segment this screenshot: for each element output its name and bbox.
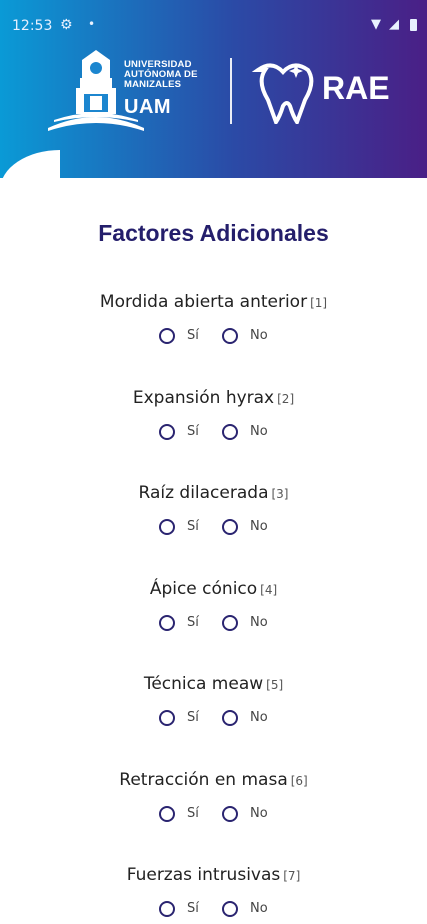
tooth-icon — [251, 63, 314, 124]
app-name: RAE — [322, 70, 390, 106]
radio-yes[interactable] — [159, 328, 175, 344]
radio-no[interactable] — [222, 614, 238, 631]
question-reference: [1] — [310, 296, 328, 310]
radio-yes-label[interactable]: Sí — [187, 901, 199, 916]
university-name-line3: MANIZALES — [124, 79, 182, 90]
radio-yes[interactable] — [159, 519, 175, 535]
radio-no[interactable] — [222, 328, 238, 344]
question-label: Ápice cónico — [149, 578, 258, 599]
status-time: 12:53 — [12, 18, 53, 34]
answer-options: Sí No — [0, 327, 427, 351]
battery-icon — [410, 19, 417, 31]
signal-icon: ◢ — [389, 17, 399, 32]
question-reference: [5] — [266, 678, 284, 692]
radio-no[interactable] — [222, 805, 238, 822]
radio-yes-label[interactable]: Sí — [187, 615, 199, 630]
radio-yes-label[interactable]: Sí — [187, 806, 199, 821]
notification-dot-icon: • — [88, 17, 96, 31]
radio-no-label[interactable]: No — [250, 328, 268, 343]
radio-no-label[interactable]: No — [250, 901, 268, 916]
radio-no-label[interactable]: No — [250, 424, 268, 439]
radio-no-label[interactable]: No — [250, 710, 268, 725]
radio-yes[interactable] — [159, 710, 175, 726]
radio-no[interactable] — [222, 901, 238, 917]
answer-options: Sí No — [0, 518, 427, 542]
question-reference: [3] — [271, 487, 289, 501]
university-name: UNIVERSIDAD AUTÓNOMA DE MANIZALES — [124, 60, 198, 90]
question-label: Retracción en masa — [119, 769, 288, 790]
radio-yes[interactable] — [159, 423, 175, 440]
question-label: Raíz dilacerada — [138, 483, 269, 503]
radio-no[interactable] — [222, 519, 238, 535]
question-row: Retracción en masa [6] — [0, 770, 427, 790]
radio-yes-label[interactable]: Sí — [187, 328, 199, 343]
radio-yes-label[interactable]: Sí — [187, 424, 199, 439]
radio-no-label[interactable]: No — [250, 615, 268, 630]
radio-no[interactable] — [222, 710, 238, 726]
question-row: Expansión hyrax [2] — [0, 388, 427, 408]
radio-yes-label[interactable]: Sí — [187, 710, 199, 725]
question-row: Raíz dilacerada [3] — [0, 483, 427, 503]
radio-yes[interactable] — [159, 805, 175, 822]
answer-options: Sí No — [0, 805, 427, 829]
question-label: Fuerzas intrusivas — [126, 865, 281, 885]
question-reference: [6] — [290, 773, 308, 788]
question-row: Ápice cónico [4] — [0, 579, 427, 599]
question-label: Técnica meaw — [143, 674, 264, 694]
question-reference: [4] — [260, 582, 278, 597]
radio-yes-label[interactable]: Sí — [187, 519, 199, 534]
question-reference: [2] — [277, 391, 295, 406]
radio-yes[interactable] — [159, 614, 175, 631]
question-reference: [7] — [283, 869, 301, 883]
question-label: Mordida abierta anterior — [99, 292, 308, 312]
question-label: Expansión hyrax — [132, 387, 275, 408]
answer-options: Sí No — [0, 900, 427, 924]
gear-icon: ⚙ — [60, 17, 73, 33]
radio-no-label[interactable]: No — [250, 806, 268, 821]
answer-options: Sí No — [0, 709, 427, 733]
radio-no-label[interactable]: No — [250, 519, 268, 534]
radio-no[interactable] — [222, 423, 238, 440]
answer-options: Sí No — [0, 614, 427, 638]
question-row: Fuerzas intrusivas [7] — [0, 865, 427, 885]
radio-yes[interactable] — [159, 901, 175, 917]
uam-logo-text: UAM — [124, 96, 172, 118]
page-title: Factores Adicionales — [98, 220, 329, 246]
logo-divider — [230, 58, 232, 124]
wifi-icon: ▼ — [371, 17, 381, 32]
question-row: Técnica meaw [5] — [0, 674, 427, 694]
answer-options: Sí No — [0, 423, 427, 447]
question-row: Mordida abierta anterior [1] — [0, 292, 427, 312]
